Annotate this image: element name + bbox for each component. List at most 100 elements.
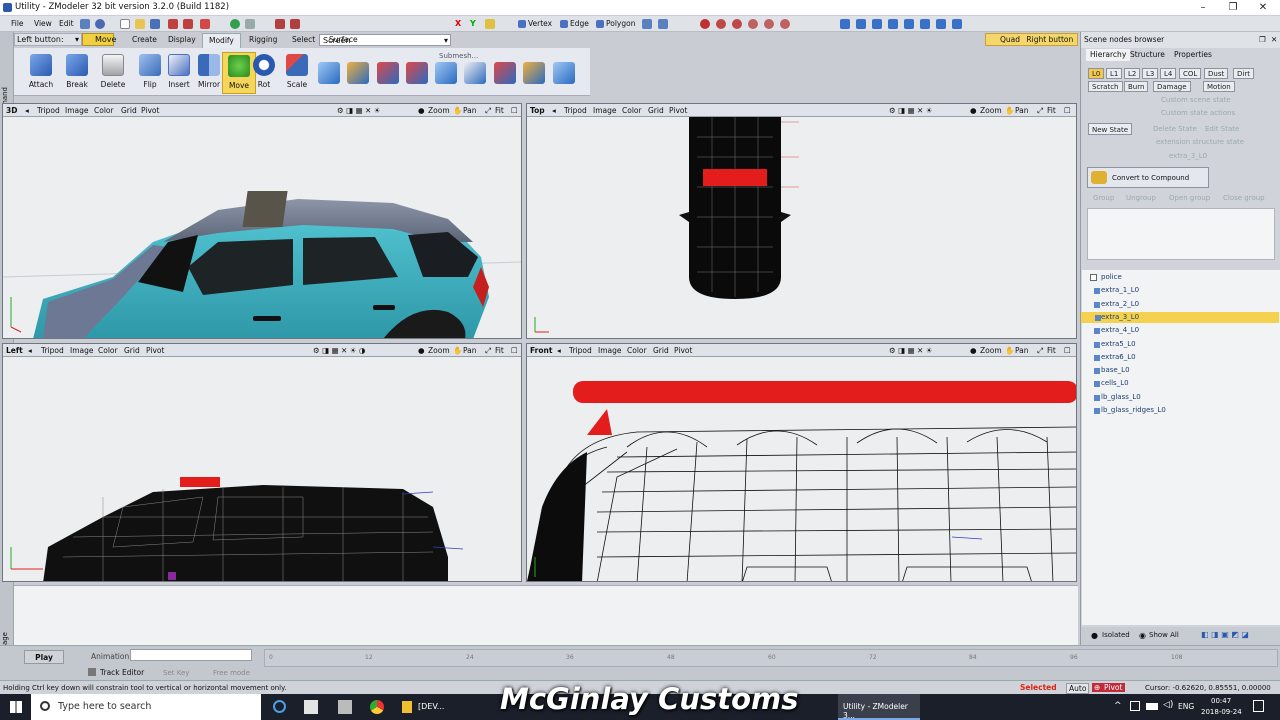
viewport-tools-icon[interactable]: ⚙ ◨ ▦ ✕ ☀: [889, 346, 932, 355]
viewport-3d-grid[interactable]: Grid: [121, 106, 137, 115]
app-icon-taskbar[interactable]: [338, 700, 352, 714]
tab-modify[interactable]: Modify: [202, 33, 241, 48]
cut-icon[interactable]: [275, 19, 285, 29]
tag-motion[interactable]: Motion: [1203, 81, 1235, 92]
tool-red-4-icon[interactable]: [748, 19, 758, 29]
viewport-front-color[interactable]: Color: [627, 346, 647, 355]
edge-mode-icon[interactable]: [560, 20, 568, 28]
tree-item[interactable]: extra6_L0: [1094, 352, 1136, 363]
battery-icon[interactable]: [1146, 703, 1158, 710]
show-all-button[interactable]: Show All: [1149, 631, 1179, 639]
tool-red-3-icon[interactable]: [732, 19, 742, 29]
viewport-left-grid[interactable]: Grid: [124, 346, 140, 355]
new-file-icon[interactable]: [120, 19, 130, 29]
left-button-tool[interactable]: Move: [82, 33, 116, 46]
insert-button[interactable]: Insert: [162, 52, 196, 94]
axis-x-icon[interactable]: X: [455, 19, 465, 29]
pivot-toggle[interactable]: ⊕ Pivot: [1092, 683, 1126, 692]
render-icon[interactable]: [200, 19, 210, 29]
tool-red-6-icon[interactable]: [780, 19, 790, 29]
maximize-viewport-icon[interactable]: ☐: [511, 346, 518, 355]
viewport-left-tripod[interactable]: Tripod: [41, 346, 64, 355]
tag-burn[interactable]: Burn: [1124, 81, 1149, 92]
animation-select[interactable]: [130, 649, 252, 661]
submesh-tool-4-icon[interactable]: [406, 62, 428, 84]
viewport-top[interactable]: Top ◂ Tripod Image Color Grid Pivot ⚙ ◨ …: [526, 103, 1077, 339]
menu-view[interactable]: View: [34, 19, 52, 28]
viewport-3d-fit[interactable]: Fit: [495, 106, 504, 115]
view-1-icon[interactable]: [840, 19, 850, 29]
delete-button[interactable]: Delete: [96, 52, 130, 94]
viewport-top-canvas[interactable]: [527, 117, 1076, 338]
view-4-icon[interactable]: [888, 19, 898, 29]
polygon-mode-icon[interactable]: [596, 20, 604, 28]
break-button[interactable]: Break: [60, 52, 94, 94]
tree-item[interactable]: lb_glass_ridges_L0: [1094, 405, 1166, 416]
tag-l1[interactable]: L1: [1106, 68, 1123, 79]
viewport-tools-icon[interactable]: ⚙ ◨ ▦ ✕ ☀: [889, 106, 932, 115]
view-7-icon[interactable]: [936, 19, 946, 29]
selected-badge[interactable]: Selected: [1020, 683, 1057, 692]
viewport-left-fit[interactable]: Fit: [495, 346, 504, 355]
attach-button[interactable]: Attach: [24, 52, 58, 94]
tag-dust[interactable]: Dust: [1204, 68, 1229, 79]
select-all-icon[interactable]: [642, 19, 652, 29]
tree-item[interactable]: cells_L0: [1094, 378, 1129, 389]
isolated-toggle[interactable]: Isolated: [1102, 631, 1130, 639]
close-button[interactable]: ✕: [1250, 0, 1276, 16]
submesh-tool-8-icon[interactable]: [523, 62, 545, 84]
viewport-3d-pivot[interactable]: Pivot: [141, 106, 159, 115]
submesh-tool-2-icon[interactable]: [347, 62, 369, 84]
viewport-3d[interactable]: 3D ◂ Tripod Image Color Grid Pivot ⚙ ◨ ▦…: [2, 103, 522, 339]
viewport-front-fit[interactable]: Fit: [1047, 346, 1056, 355]
volume-icon[interactable]: ◁): [1163, 700, 1173, 710]
undo-icon[interactable]: [168, 19, 178, 29]
tree-item[interactable]: extra_1_L0: [1094, 285, 1139, 296]
tab-properties[interactable]: Properties: [1170, 49, 1216, 61]
tag-l4[interactable]: L4: [1160, 68, 1177, 79]
maximize-button[interactable]: ❐: [1220, 0, 1246, 16]
auto-toggle[interactable]: Auto: [1066, 683, 1090, 694]
taskbar-search-input[interactable]: Type here to search: [31, 694, 261, 720]
scale-button[interactable]: Scale: [280, 52, 314, 94]
viewport-3d-color[interactable]: Color: [94, 106, 114, 115]
submesh-tool-9-icon[interactable]: [553, 62, 575, 84]
mirror-button[interactable]: Mirror: [192, 52, 226, 94]
tab-create[interactable]: Create: [126, 33, 163, 48]
minimize-button[interactable]: –: [1190, 0, 1216, 16]
viewport-left-image[interactable]: Image: [70, 346, 94, 355]
maximize-viewport-icon[interactable]: ☐: [1064, 346, 1071, 355]
network-icon[interactable]: [1130, 701, 1140, 711]
tab-surface[interactable]: Surface: [323, 33, 364, 48]
viewport-left-color[interactable]: Color: [98, 346, 118, 355]
submesh-tool-6-icon[interactable]: [464, 62, 486, 84]
mode-polygon[interactable]: Polygon: [606, 19, 635, 28]
viewport-front-zoom[interactable]: Zoom: [980, 346, 1002, 355]
tag-l3[interactable]: L3: [1142, 68, 1159, 79]
maximize-viewport-icon[interactable]: ☐: [1064, 106, 1071, 115]
folder-icon[interactable]: [402, 701, 412, 713]
viewport-top-zoom[interactable]: Zoom: [980, 106, 1002, 115]
tab-display[interactable]: Display: [162, 33, 202, 48]
new-state-button[interactable]: New State: [1088, 123, 1133, 135]
tag-dirt[interactable]: Dirt: [1233, 68, 1254, 79]
viewport-top-tripod[interactable]: Tripod: [564, 106, 587, 115]
track-editor-button[interactable]: Track Editor: [86, 666, 146, 679]
viewport-top-pivot[interactable]: Pivot: [669, 106, 687, 115]
tree-item[interactable]: lb_glass_L0: [1094, 392, 1141, 403]
tab-rigging[interactable]: Rigging: [243, 33, 283, 48]
vertex-mode-icon[interactable]: [518, 20, 526, 28]
view-6-icon[interactable]: [920, 19, 930, 29]
viewport-3d-zoom[interactable]: Zoom: [428, 106, 450, 115]
tag-scratch[interactable]: Scratch: [1088, 81, 1123, 92]
tray-chevron-icon[interactable]: ^: [1114, 701, 1122, 711]
maximize-viewport-icon[interactable]: ☐: [511, 106, 518, 115]
tree-item[interactable]: extra_2_L0: [1094, 299, 1139, 310]
viewport-3d-pan[interactable]: Pan: [463, 106, 477, 115]
chrome-icon[interactable]: [370, 700, 384, 714]
save-icon[interactable]: [80, 19, 90, 29]
viewport-top-fit[interactable]: Fit: [1047, 106, 1056, 115]
save-file-icon[interactable]: [150, 19, 160, 29]
viewport-3d-image[interactable]: Image: [65, 106, 89, 115]
language-indicator[interactable]: ENG: [1178, 702, 1194, 711]
